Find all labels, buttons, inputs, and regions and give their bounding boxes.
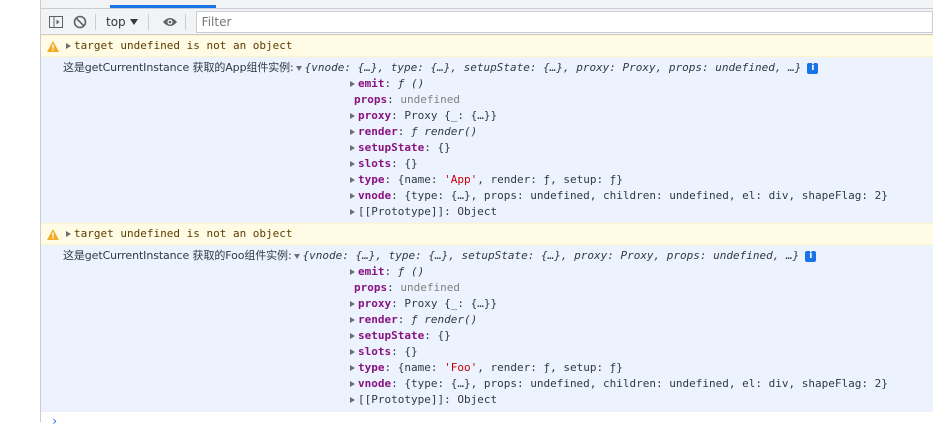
log-message: 这是getCurrentInstance 获取的Foo组件实例: {vnode:… [41,245,933,411]
prop-props: props: undefined [354,93,460,106]
filter-input[interactable] [196,13,932,30]
prompt-chevron-icon: › [51,414,59,428]
expand-arrow-icon [350,381,355,387]
prop-proxy[interactable]: proxy: Proxy {_: {…}} [41,108,933,124]
warning-icon [47,228,61,240]
expand-arrow-icon [350,193,355,199]
prop-slots[interactable]: slots: {} [41,344,933,360]
object-summary[interactable]: {vnode: {…}, type: {…}, setupState: {…},… [305,60,802,76]
log-label: 这是getCurrentInstance 获取的Foo组件实例: [63,249,292,262]
prop-render[interactable]: render: ƒ render() [41,124,933,140]
expand-arrow-icon [350,145,355,151]
context-selector[interactable]: top [102,15,142,29]
dropdown-arrow-icon [129,18,138,25]
filter-field[interactable] [195,10,933,33]
console-toolbar: top [41,9,933,35]
prop-type[interactable]: type: {name: 'App', render: ƒ, setup: ƒ} [41,172,933,188]
active-tab-indicator [110,5,216,8]
expand-arrow-icon [350,269,355,275]
context-label: top [106,14,126,29]
prop-setupstate[interactable]: setupState: {} [41,328,933,344]
prop-proxy[interactable]: proxy: Proxy {_: {…}} [41,296,933,312]
expand-arrow-icon [350,301,355,307]
collapse-arrow-icon[interactable] [295,65,302,71]
console-prompt[interactable]: › [41,411,933,430]
clear-console-icon[interactable] [71,13,89,31]
warning-icon [47,40,61,52]
sidebar-toggle-icon[interactable] [47,13,65,31]
left-gutter [0,0,41,422]
prop-emit[interactable]: emit: ƒ () [41,76,933,92]
expand-arrow-icon [350,397,355,403]
warning-text: target undefined is not an object [74,227,293,240]
warning-row[interactable]: target undefined is not an object [41,223,933,245]
expand-arrow-icon[interactable] [66,231,71,237]
expand-arrow-icon [350,161,355,167]
console-output: target undefined is not an object 这是getC… [41,35,933,430]
prop-emit[interactable]: emit: ƒ () [41,264,933,280]
prop-slots[interactable]: slots: {} [41,156,933,172]
prop-prototype[interactable]: [[Prototype]]: Object [41,204,933,220]
expand-arrow-icon [350,365,355,371]
expand-arrow-icon [350,81,355,87]
collapse-arrow-icon[interactable] [293,253,300,259]
info-icon[interactable]: i [807,62,819,74]
prop-type[interactable]: type: {name: 'Foo', render: ƒ, setup: ƒ} [41,360,933,376]
expand-arrow-icon[interactable] [66,43,71,49]
expand-arrow-icon [350,349,355,355]
eye-icon[interactable] [161,13,179,31]
prop-setupstate[interactable]: setupState: {} [41,140,933,156]
prop-prototype[interactable]: [[Prototype]]: Object [41,392,933,408]
expand-arrow-icon [350,333,355,339]
prop-props: props: undefined [354,281,460,294]
toolbar-divider [147,13,149,30]
info-icon[interactable]: i [805,250,817,262]
log-header: 这是getCurrentInstance 获取的App组件实例: {vnode:… [41,60,933,76]
log-header: 这是getCurrentInstance 获取的Foo组件实例: {vnode:… [41,248,933,264]
prop-render[interactable]: render: ƒ render() [41,312,933,328]
toolbar-divider [95,13,96,30]
expand-arrow-icon [350,317,355,323]
log-label: 这是getCurrentInstance 获取的App组件实例: [63,61,294,74]
log-message: 这是getCurrentInstance 获取的App组件实例: {vnode:… [41,57,933,223]
prop-vnode[interactable]: vnode: {type: {…}, props: undefined, chi… [41,376,933,392]
expand-arrow-icon [350,129,355,135]
object-summary[interactable]: {vnode: {…}, type: {…}, setupState: {…},… [303,248,800,264]
expand-arrow-icon [350,177,355,183]
toolbar-divider [184,13,186,30]
expand-arrow-icon [350,113,355,119]
prop-vnode[interactable]: vnode: {type: {…}, props: undefined, chi… [41,188,933,204]
warning-row[interactable]: target undefined is not an object [41,35,933,57]
expand-arrow-icon [350,209,355,215]
panel-tab-strip [41,0,933,9]
warning-text: target undefined is not an object [74,39,293,52]
